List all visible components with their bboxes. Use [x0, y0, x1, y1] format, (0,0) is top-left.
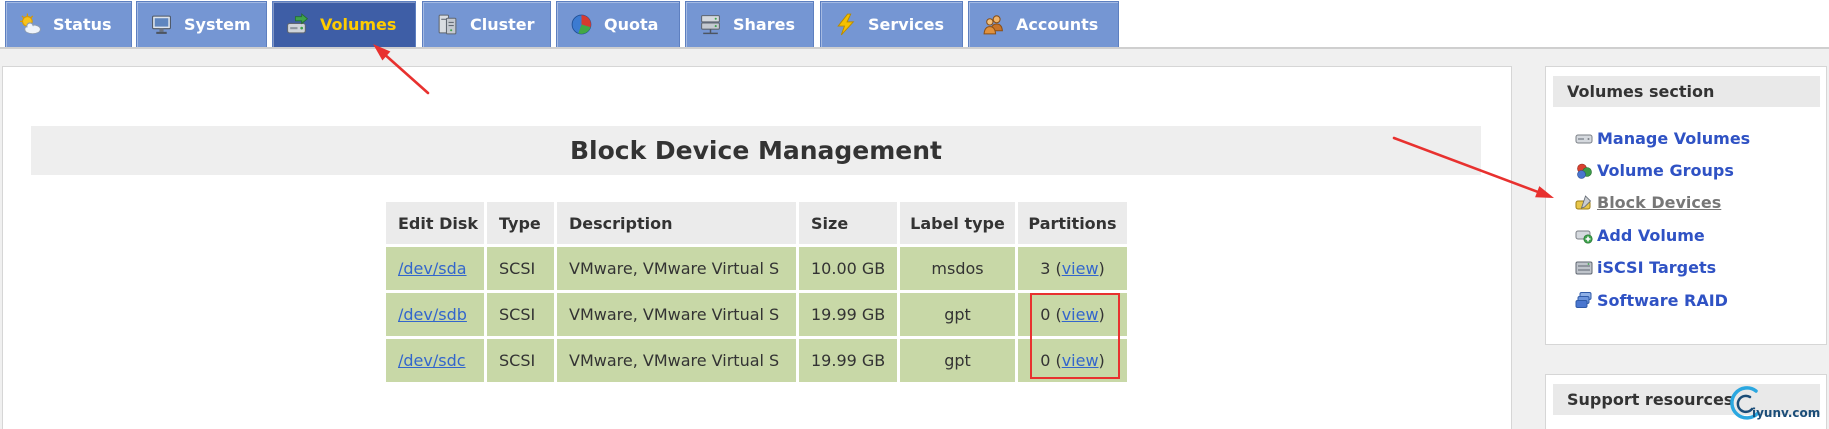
tab-volumes[interactable]: Volumes: [272, 1, 416, 47]
tab-services[interactable]: Services: [820, 1, 963, 47]
users-icon: [982, 13, 1005, 36]
partition-count: 0: [1040, 305, 1051, 324]
tab-label: Volumes: [320, 15, 397, 34]
page-title-bar: Block Device Management: [31, 126, 1481, 175]
block-device-table: Edit Disk Type Description Size Label ty…: [383, 199, 1130, 385]
support-resources-title: Support resources: [1553, 384, 1820, 415]
tab-label: Cluster: [470, 15, 535, 34]
main-nav: Status System Volumes Cluster Quota Shar…: [0, 0, 1829, 49]
view-partitions-link[interactable]: view: [1062, 259, 1099, 278]
table-header-row: Edit Disk Type Description Size Label ty…: [386, 202, 1127, 244]
cell-description: VMware, VMware Virtual S: [557, 293, 796, 336]
volume-group-icon: [1575, 162, 1593, 180]
tab-accounts[interactable]: Accounts: [968, 1, 1119, 47]
weather-icon: [19, 13, 42, 36]
table-row: /dev/sdb SCSI VMware, VMware Virtual S 1…: [386, 293, 1127, 336]
cell-type: SCSI: [487, 339, 554, 382]
tab-label: System: [184, 15, 251, 34]
table-row: /dev/sda SCSI VMware, VMware Virtual S 1…: [386, 247, 1127, 290]
sidebar-item-label: Manage Volumes: [1597, 128, 1751, 148]
hard-drive-icon: [1575, 129, 1593, 147]
cell-description: VMware, VMware Virtual S: [557, 339, 796, 382]
tab-label: Quota: [604, 15, 659, 34]
cell-edit-disk: /dev/sdb: [386, 293, 484, 336]
network-drive-icon: [699, 13, 722, 36]
paren-open: (: [1050, 259, 1062, 278]
paren-close: ): [1098, 305, 1105, 324]
sidebar-item-volume-groups[interactable]: Volume Groups: [1575, 154, 1821, 186]
paren-close: ): [1098, 259, 1105, 278]
cell-partitions: 0 (view): [1018, 339, 1127, 382]
tab-quota[interactable]: Quota: [556, 1, 680, 47]
add-volume-icon: [1575, 226, 1593, 244]
sidebar-item-label: Software RAID: [1597, 290, 1728, 310]
column-header-label-type: Label type: [900, 202, 1015, 244]
sidebar-item-block-devices[interactable]: Block Devices: [1575, 187, 1821, 219]
cell-edit-disk: /dev/sdc: [386, 339, 484, 382]
table-row: /dev/sdc SCSI VMware, VMware Virtual S 1…: [386, 339, 1127, 382]
cell-description: VMware, VMware Virtual S: [557, 247, 796, 290]
cell-edit-disk: /dev/sda: [386, 247, 484, 290]
cell-size: 19.99 GB: [799, 293, 897, 336]
tab-label: Accounts: [1016, 15, 1099, 34]
cell-partitions: 0 (view): [1018, 293, 1127, 336]
sidebar-menu: Manage Volumes Volume Groups Block Devic…: [1575, 122, 1821, 316]
paren-open: (: [1050, 305, 1062, 324]
edit-disk-link[interactable]: /dev/sdb: [398, 305, 467, 324]
page: Status System Volumes Cluster Quota Shar…: [0, 0, 1829, 429]
tab-label: Shares: [733, 15, 795, 34]
raid-icon: [1575, 291, 1593, 309]
sidebar-item-manage-volumes[interactable]: Manage Volumes: [1575, 122, 1821, 154]
tab-system[interactable]: System: [136, 1, 267, 47]
pie-chart-icon: [570, 13, 593, 36]
main-content-panel: Block Device Management Edit Disk Type D…: [2, 66, 1512, 429]
tab-label: Services: [868, 15, 945, 34]
sidebar-item-iscsi-targets[interactable]: iSCSI Targets: [1575, 252, 1821, 284]
sidebar-item-label: Volume Groups: [1597, 161, 1734, 181]
cell-size: 19.99 GB: [799, 339, 897, 382]
lightning-icon: [834, 13, 857, 36]
cell-partitions: 3 (view): [1018, 247, 1127, 290]
view-partitions-link[interactable]: view: [1062, 351, 1099, 370]
paren-open: (: [1050, 351, 1062, 370]
tab-status[interactable]: Status: [5, 1, 132, 47]
tab-cluster[interactable]: Cluster: [422, 1, 551, 47]
column-header-description: Description: [557, 202, 796, 244]
tab-label: Status: [53, 15, 112, 34]
page-title: Block Device Management: [569, 136, 943, 165]
cell-label-type: gpt: [900, 339, 1015, 382]
paren-close: ): [1098, 351, 1105, 370]
edit-disk-link[interactable]: /dev/sda: [398, 259, 467, 278]
sidebar-item-label: Add Volume: [1597, 225, 1705, 245]
support-resources-panel: Support resources: [1545, 374, 1827, 429]
sidebar-item-label: Block Devices: [1597, 193, 1722, 213]
sidebar-title: Volumes section: [1553, 76, 1820, 107]
column-header-edit-disk: Edit Disk: [386, 202, 484, 244]
edit-disk-link[interactable]: /dev/sdc: [398, 351, 466, 370]
drive-arrow-icon: [286, 13, 309, 36]
column-header-size: Size: [799, 202, 897, 244]
cell-label-type: gpt: [900, 293, 1015, 336]
volumes-section-panel: Volumes section Manage Volumes Volume Gr…: [1545, 66, 1827, 345]
column-header-type: Type: [487, 202, 554, 244]
cell-size: 10.00 GB: [799, 247, 897, 290]
column-header-partitions: Partitions: [1018, 202, 1127, 244]
cell-type: SCSI: [487, 293, 554, 336]
tab-shares[interactable]: Shares: [685, 1, 814, 47]
sidebar-item-software-raid[interactable]: Software RAID: [1575, 284, 1821, 316]
block-device-icon: [1575, 194, 1593, 212]
cell-label-type: msdos: [900, 247, 1015, 290]
sidebar-item-add-volume[interactable]: Add Volume: [1575, 219, 1821, 251]
cell-type: SCSI: [487, 247, 554, 290]
server-icon: [436, 13, 459, 36]
partition-count: 0: [1040, 351, 1051, 370]
monitor-icon: [150, 13, 173, 36]
iscsi-target-icon: [1575, 259, 1593, 277]
view-partitions-link[interactable]: view: [1062, 305, 1099, 324]
sidebar-item-label: iSCSI Targets: [1597, 258, 1717, 278]
partition-count: 3: [1040, 259, 1051, 278]
